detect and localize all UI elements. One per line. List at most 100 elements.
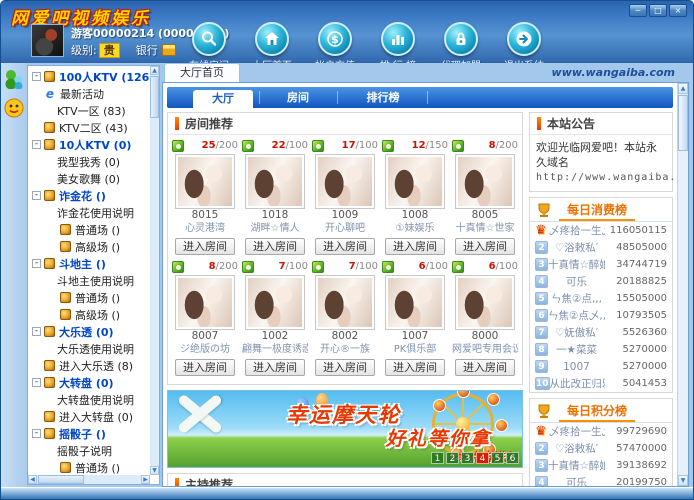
sidebar-horizontal-scrollbar[interactable]: ◀ ▶	[28, 475, 150, 484]
pager-item[interactable]: 5	[491, 452, 504, 464]
collapse-icon[interactable]: -	[32, 191, 41, 200]
scrollbar-thumb[interactable]	[678, 95, 688, 151]
tab-rooms[interactable]: 房间	[263, 87, 333, 108]
collapse-icon[interactable]: -	[32, 327, 41, 336]
user-avatar[interactable]	[31, 24, 64, 57]
site-url[interactable]: www.wangaiba.com	[552, 66, 675, 79]
scroll-up-icon[interactable]: ▲	[678, 83, 688, 94]
points-title[interactable]: 每日积分榜	[559, 400, 635, 422]
tree-item[interactable]: 大乐透使用说明	[28, 340, 150, 357]
enter-room-button[interactable]: 进入房间	[315, 238, 375, 255]
collapse-icon[interactable]: -	[32, 140, 41, 149]
tree-item[interactable]: e最新活动	[28, 85, 150, 102]
tree-item[interactable]: 普通场 ()	[28, 459, 150, 475]
room-thumbnail[interactable]	[385, 275, 445, 330]
room-thumbnail[interactable]	[385, 154, 445, 209]
minimize-button[interactable]: ─	[629, 4, 647, 17]
tree-item[interactable]: 大转盘使用说明	[28, 391, 150, 408]
tree-item[interactable]: 摇骰子说明	[28, 442, 150, 459]
rank-row[interactable]: 2♡浴敕私′48505000	[530, 239, 672, 256]
rank-row[interactable]: 3十真情☆醉娘39138692	[530, 457, 672, 474]
room-thumbnail[interactable]	[245, 154, 305, 209]
collapse-icon[interactable]: -	[32, 72, 41, 81]
enter-room-button[interactable]: 进入房间	[385, 359, 445, 376]
rank-row[interactable]: 4可乐20199750	[530, 474, 672, 486]
scroll-up-icon[interactable]: ▲	[150, 66, 159, 75]
bank-icon[interactable]	[162, 44, 176, 56]
tab-hall-home[interactable]: 大厅首页	[164, 63, 240, 82]
emotion-face-icon[interactable]	[3, 97, 25, 119]
maximize-button[interactable]: □	[649, 4, 667, 17]
messenger-icon[interactable]	[3, 67, 25, 89]
tree-item[interactable]: -摇骰子 ()	[28, 425, 150, 442]
enter-room-button[interactable]: 进入房间	[455, 359, 515, 376]
tree-item[interactable]: 美女歌舞 (0)	[28, 170, 150, 187]
scroll-down-icon[interactable]: ▼	[150, 466, 159, 475]
rank-row[interactable]: 5ㄣ焦②点,,,15505000	[530, 290, 672, 307]
consume-title[interactable]: 每日消费榜	[559, 199, 635, 221]
room-thumbnail[interactable]	[455, 154, 515, 209]
rank-row[interactable]: 910075270000	[530, 358, 672, 375]
tree-item[interactable]: 我型我秀 (0)	[28, 153, 150, 170]
close-button[interactable]: ×	[669, 4, 687, 17]
rank-row[interactable]: 10从此改正归邪5041453	[530, 375, 672, 392]
room-thumbnail[interactable]	[245, 275, 305, 330]
collapse-icon[interactable]: -	[32, 259, 41, 268]
tree-item[interactable]: 普通场 ()	[28, 221, 150, 238]
tree-item[interactable]: -大转盘 (0)	[28, 374, 150, 391]
rank-row[interactable]: 2♡浴敕私′57470000	[530, 440, 672, 457]
rank-row[interactable]: 7♡妩傲私′5526360	[530, 324, 672, 341]
pager-item[interactable]: 1	[431, 452, 444, 464]
room-thumbnail[interactable]	[175, 154, 235, 209]
rank-row[interactable]: ♛乄疼拾一生乄99729690	[530, 423, 672, 440]
tree-item[interactable]: 进入大乐透 (8)	[28, 357, 150, 374]
sidebar-vertical-scrollbar[interactable]: ▲ ▼	[150, 66, 159, 475]
collapse-icon[interactable]: -	[32, 429, 41, 438]
tree-item[interactable]: 斗地主使用说明	[28, 272, 150, 289]
enter-room-button[interactable]: 进入房间	[175, 238, 235, 255]
room-thumbnail[interactable]	[175, 275, 235, 330]
enter-room-button[interactable]: 进入房间	[385, 238, 445, 255]
tree-item[interactable]: 普通场 ()	[28, 289, 150, 306]
tree-item[interactable]: 高级场 ()	[28, 306, 150, 323]
enter-room-button[interactable]: 进入房间	[315, 359, 375, 376]
pager-item[interactable]: 6	[506, 452, 519, 464]
room-thumbnail[interactable]	[315, 275, 375, 330]
rank-row[interactable]: 4可乐20188825	[530, 273, 672, 290]
tree-item[interactable]: -斗地主 ()	[28, 255, 150, 272]
room-thumbnail[interactable]	[455, 275, 515, 330]
tab-hall[interactable]: 大厅	[193, 90, 253, 108]
tree-item[interactable]: KTV一区 (83)	[28, 102, 150, 119]
pager-item[interactable]: 2	[446, 452, 459, 464]
tree-item[interactable]: -诈金花 ()	[28, 187, 150, 204]
scroll-down-icon[interactable]: ▼	[678, 475, 688, 486]
tree-item[interactable]: -100人KTV (126)	[28, 68, 150, 85]
room-thumbnail[interactable]	[315, 154, 375, 209]
pager-item-active[interactable]: 4	[476, 452, 489, 464]
notice-url[interactable]: http://www.wangaiba.com/	[536, 170, 666, 185]
enter-room-button[interactable]: 进入房间	[455, 238, 515, 255]
scrollbar-thumb[interactable]	[150, 76, 159, 118]
rank-row[interactable]: 3十真情☆醉娘34744719	[530, 256, 672, 273]
rank-row[interactable]: ♛乄疼拾一生乄116050115	[530, 222, 672, 239]
rank-row[interactable]: 6ㄣ焦②点乄,,,10793505	[530, 307, 672, 324]
scroll-left-icon[interactable]: ◀	[28, 475, 37, 484]
tree-item[interactable]: 诈金花使用说明	[28, 204, 150, 221]
pager-item[interactable]: 3	[461, 452, 474, 464]
enter-room-button[interactable]: 进入房间	[175, 359, 235, 376]
promo-banner[interactable]: 幸运摩天轮 好礼等你拿 >>点击进入 1 2 3 4 5 6	[167, 390, 523, 468]
rank-row[interactable]: 8一★菜菜5270000	[530, 341, 672, 358]
enter-room-button[interactable]: 进入房间	[245, 359, 305, 376]
scroll-right-icon[interactable]: ▶	[141, 475, 150, 484]
tree-item[interactable]: 高级场 ()	[28, 238, 150, 255]
scrollbar-thumb[interactable]	[38, 475, 84, 484]
tree-item[interactable]: KTV二区 (43)	[28, 119, 150, 136]
tree-item[interactable]: 进入大转盘 (0)	[28, 408, 150, 425]
tab-ranking[interactable]: 排行榜	[343, 87, 423, 108]
collapse-icon[interactable]: -	[32, 378, 41, 387]
bank-label[interactable]: 银行	[136, 42, 158, 58]
enter-room-button[interactable]: 进入房间	[245, 238, 305, 255]
tree-item[interactable]: -10人KTV (0)	[28, 136, 150, 153]
tree-item[interactable]: -大乐透 (0)	[28, 323, 150, 340]
content-vertical-scrollbar[interactable]: ▲ ▼	[677, 83, 688, 486]
